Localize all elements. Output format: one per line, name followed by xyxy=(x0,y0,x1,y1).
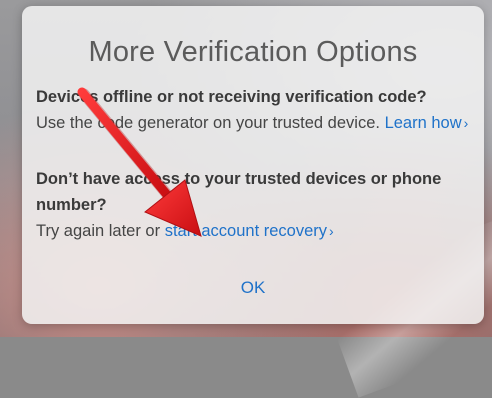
ok-button-row: OK xyxy=(22,276,484,300)
learn-how-link[interactable]: Learn how › xyxy=(385,114,469,132)
start-account-recovery-label: start account recovery xyxy=(164,222,328,240)
code-generator-text: Use the code generator on your trusted d… xyxy=(36,114,380,132)
chevron-right-icon: › xyxy=(329,223,334,239)
verification-options-dialog: More Verification Options Devices offlin… xyxy=(22,6,484,324)
dialog-title: More Verification Options xyxy=(88,36,418,68)
chevron-right-icon: › xyxy=(463,115,469,131)
offline-devices-heading: Devices offline or not receiving verific… xyxy=(36,88,427,106)
no-access-section: Don’t have access to your trusted device… xyxy=(36,166,476,244)
no-access-heading: Don’t have access to your trusted device… xyxy=(36,170,442,214)
ok-button[interactable]: OK xyxy=(233,276,274,300)
learn-how-label: Learn how xyxy=(384,114,462,132)
offline-devices-section: Devices offline or not receiving verific… xyxy=(36,84,476,136)
try-again-text: Try again later or xyxy=(36,222,161,240)
start-account-recovery-link[interactable]: start account recovery › xyxy=(165,222,334,240)
